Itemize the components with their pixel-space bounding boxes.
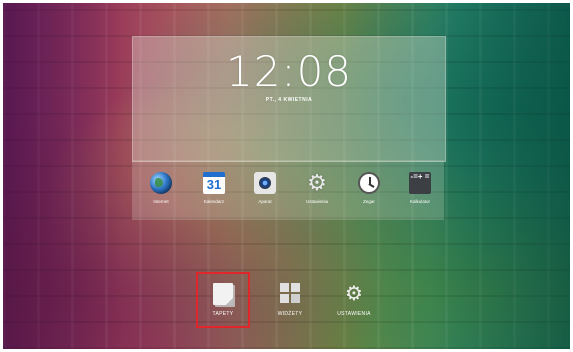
app-calculator[interactable]: -=+ = Kalkulator — [400, 172, 440, 204]
app-label: Kalendarz — [203, 199, 225, 204]
clock-widget[interactable]: 12:08 PT., 4 KWIETNIA — [132, 36, 446, 162]
menu-label: USTAWIENIA — [337, 311, 371, 317]
calendar-icon: 31 — [203, 172, 225, 194]
wallpaper-shade-right — [430, 3, 570, 349]
app-calendar[interactable]: 31 Kalendarz — [194, 172, 234, 204]
menu-wallpapers[interactable]: TAPETY — [195, 283, 251, 317]
app-clock[interactable]: Zegar — [349, 172, 389, 204]
camera-icon — [254, 172, 276, 194]
clock-time: 12:08 — [225, 47, 353, 96]
settings-icon: ⚙ — [345, 283, 363, 305]
app-label: Kalkulator — [409, 199, 430, 204]
globe-icon — [150, 172, 172, 194]
calculator-icon: -=+ = — [409, 172, 431, 194]
gear-icon: ⚙ — [307, 170, 327, 195]
clock-date: PT., 4 KWIETNIA — [265, 97, 313, 103]
menu-widgets[interactable]: WIDŻETY — [262, 283, 318, 317]
wallpaper-shade-left — [3, 3, 123, 349]
app-label: Zegar — [363, 199, 375, 204]
menu-label: WIDŻETY — [277, 311, 303, 317]
wallpaper-icon — [213, 283, 233, 305]
app-label: Aparat — [258, 199, 272, 204]
app-internet[interactable]: Internet — [141, 172, 181, 204]
menu-settings[interactable]: ⚙ USTAWIENIA — [326, 283, 382, 317]
app-settings[interactable]: ⚙ Ustawienia — [297, 170, 337, 205]
app-label: Ustawienia — [305, 199, 328, 204]
app-label: Internet — [153, 199, 169, 204]
clock-icon — [358, 172, 380, 194]
widgets-icon — [280, 283, 300, 305]
app-camera[interactable]: Aparat — [245, 172, 285, 204]
menu-label: TAPETY — [212, 311, 234, 317]
